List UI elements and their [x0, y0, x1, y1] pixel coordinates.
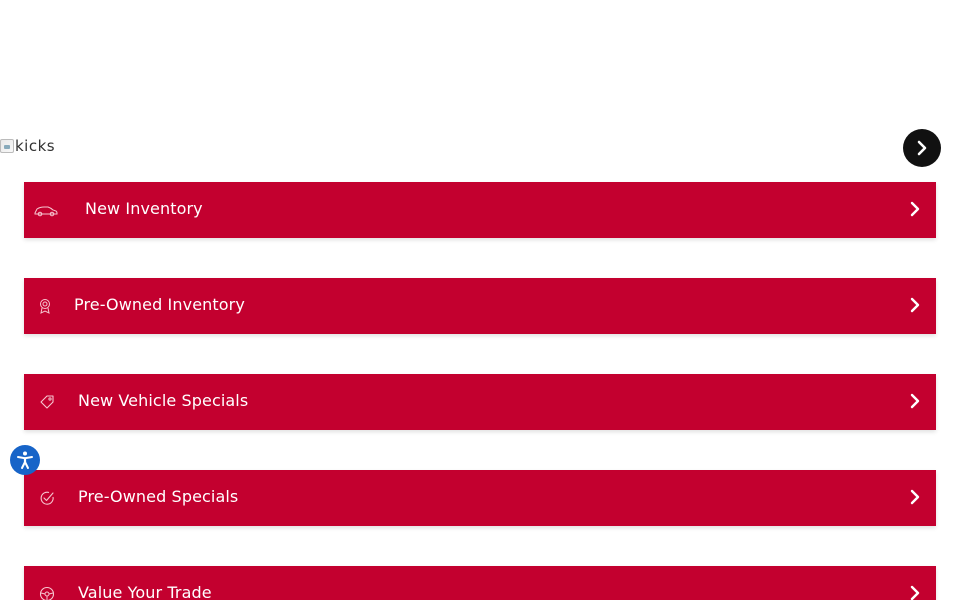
hero-image: kicks — [0, 137, 55, 155]
quick-link-pre-owned-inventory[interactable]: Pre-Owned Inventory — [24, 278, 936, 334]
quick-link-new-vehicle-specials[interactable]: New Vehicle Specials — [24, 374, 936, 430]
award-ribbon-icon — [33, 294, 57, 318]
broken-image-icon — [0, 139, 14, 153]
quick-link-label: New Vehicle Specials — [78, 391, 249, 410]
accessibility-button[interactable] — [10, 445, 40, 475]
check-badge-icon — [35, 486, 59, 510]
chevron-right-icon — [908, 200, 922, 218]
quick-link-new-inventory[interactable]: New Inventory — [24, 182, 936, 238]
car-icon — [34, 198, 58, 222]
carousel-next-button[interactable] — [903, 129, 941, 167]
chevron-right-icon — [908, 584, 922, 600]
quick-link-label: Pre-Owned Specials — [78, 487, 239, 506]
quick-link-label: New Inventory — [85, 199, 203, 218]
price-tag-icon — [35, 390, 59, 414]
quick-link-value-your-trade[interactable]: Value Your Trade — [24, 566, 936, 600]
quick-link-label: Pre-Owned Inventory — [74, 295, 245, 314]
steering-wheel-icon — [35, 582, 59, 600]
hero-image-alt-text: kicks — [15, 137, 56, 155]
accessibility-icon — [17, 451, 33, 469]
quick-link-label: Value Your Trade — [78, 583, 212, 600]
chevron-right-icon — [908, 488, 922, 506]
chevron-right-icon — [908, 392, 922, 410]
chevron-right-icon — [917, 140, 927, 156]
chevron-right-icon — [908, 296, 922, 314]
page: kicks New Inventory Pre-Owned Inventory … — [0, 0, 960, 600]
quick-link-pre-owned-specials[interactable]: Pre-Owned Specials — [24, 470, 936, 526]
